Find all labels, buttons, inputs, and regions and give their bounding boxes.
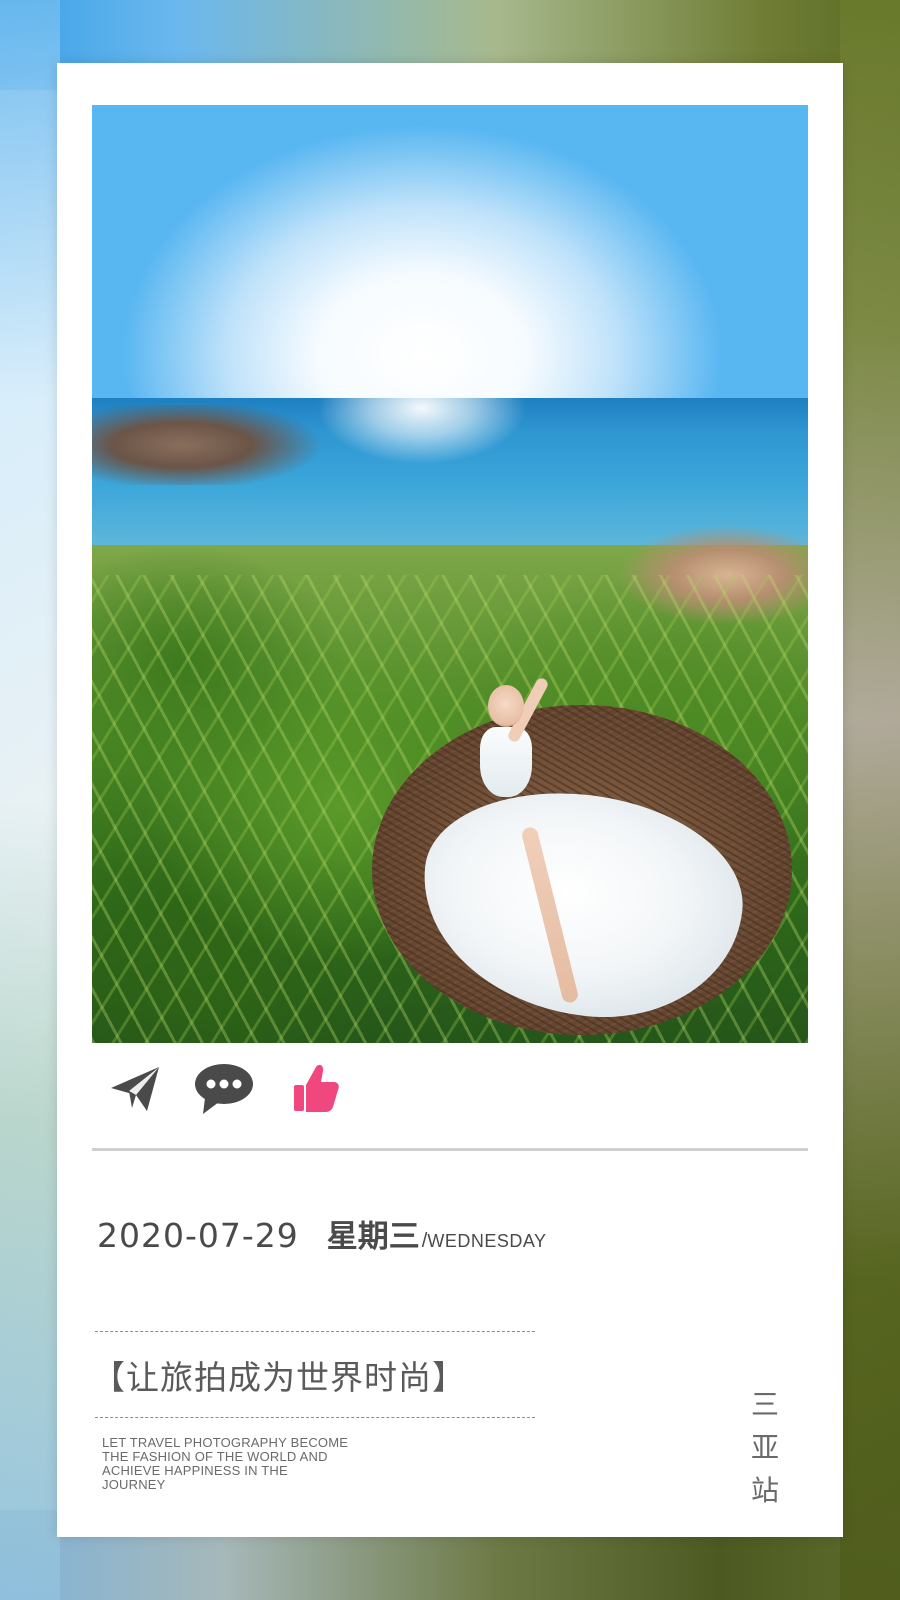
english-caption-line: JOURNEY [102, 1477, 166, 1492]
english-caption-line: LET TRAVEL PHOTOGRAPHY BECOME [102, 1435, 349, 1450]
post-photo[interactable] [92, 105, 808, 1043]
like-button[interactable] [285, 1061, 347, 1117]
dashed-divider-bottom [95, 1417, 535, 1418]
date-row: 2020-07-29 星期三 / WEDNESDAY [97, 1211, 547, 1257]
paper-plane-icon [111, 1067, 159, 1111]
comment-button[interactable] [193, 1061, 255, 1117]
location-title-char: 站 [750, 1474, 779, 1507]
action-bar [105, 1061, 405, 1121]
english-caption: LET TRAVEL PHOTOGRAPHY BECOME THE FASHIO… [102, 1436, 402, 1492]
slogan-heading: 【让旅拍成为世界时尚】 [92, 1358, 466, 1397]
thumbs-up-icon [294, 1064, 339, 1112]
post-date: 2020-07-29 [97, 1216, 299, 1255]
share-button[interactable] [105, 1061, 167, 1117]
english-caption-line: THE FASHION OF THE WORLD AND [102, 1449, 328, 1464]
weekday-english: WEDNESDAY [427, 1231, 547, 1251]
photo-head [488, 685, 524, 727]
photo-sky [92, 105, 808, 400]
dashed-divider-top [95, 1331, 535, 1332]
weekday-chinese: 星期三 [326, 1219, 420, 1255]
english-caption-line: ACHIEVE HAPPINESS IN THE [102, 1463, 288, 1478]
photo-bodice [480, 727, 532, 797]
background-blur-left [0, 0, 60, 1600]
location-title-char: 亚 [750, 1431, 779, 1464]
divider [92, 1148, 808, 1151]
post-card: 2020-07-29 星期三 / WEDNESDAY 【让旅拍成为世界时尚】 L… [57, 63, 843, 1537]
background-blur-right [840, 0, 900, 1600]
photo-rocks-left [92, 405, 332, 485]
location-title-char: 三 [750, 1388, 779, 1421]
speech-bubble-icon [195, 1064, 253, 1114]
location-title: 三 亚 站 [745, 1383, 785, 1512]
